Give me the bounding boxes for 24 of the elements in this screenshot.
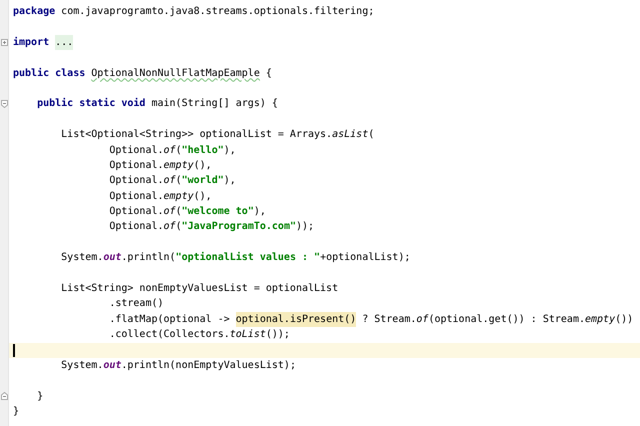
code-line: .collect(Collectors.toList()); [108, 328, 290, 342]
code-line: import ... [13, 34, 74, 50]
text-cursor [13, 344, 14, 357]
code-line: Optional.empty(), [108, 190, 212, 204]
code-line: List<Optional<String>> optionalList = Arrays.asList( [60, 128, 374, 142]
code-line: } [13, 405, 20, 420]
code-line: System.out.println("optionalList values : "+optionalList); [60, 250, 410, 266]
code-line: .stream() [108, 297, 164, 312]
code-line: Optional.of("welcome to"), [108, 205, 266, 220]
code-line: package com.javaprogramto.java8.streams.optionals.filtering; [13, 5, 374, 19]
code-editor[interactable] [0, 0, 640, 426]
code-line: .flatMap(optional -> optional.isPresent() ? Stream.of(optional.get()) : Stream.empty()) [108, 312, 634, 328]
code-line: List<String> nonEmptyValuesList = optionalList [60, 282, 338, 296]
code-line: Optional.of("JavaProgramTo.com")); [108, 220, 314, 234]
fold-collapse-icon[interactable] [0, 100, 8, 108]
code-line: } [36, 390, 44, 404]
code-line: public class OptionalNonNullFlatMapEample { [13, 66, 272, 81]
code-line: System.out.println(nonEmptyValuesList); [60, 358, 296, 373]
code-line: Optional.of("world"), [108, 174, 236, 188]
fold-end-icon[interactable] [0, 392, 8, 400]
code-line: Optional.empty(), [108, 158, 212, 173]
code-line: public static void main(String[] args) { [36, 96, 278, 112]
code-line: Optional.of("hello"), [108, 144, 236, 158]
fold-expand-icon[interactable] [0, 38, 8, 46]
